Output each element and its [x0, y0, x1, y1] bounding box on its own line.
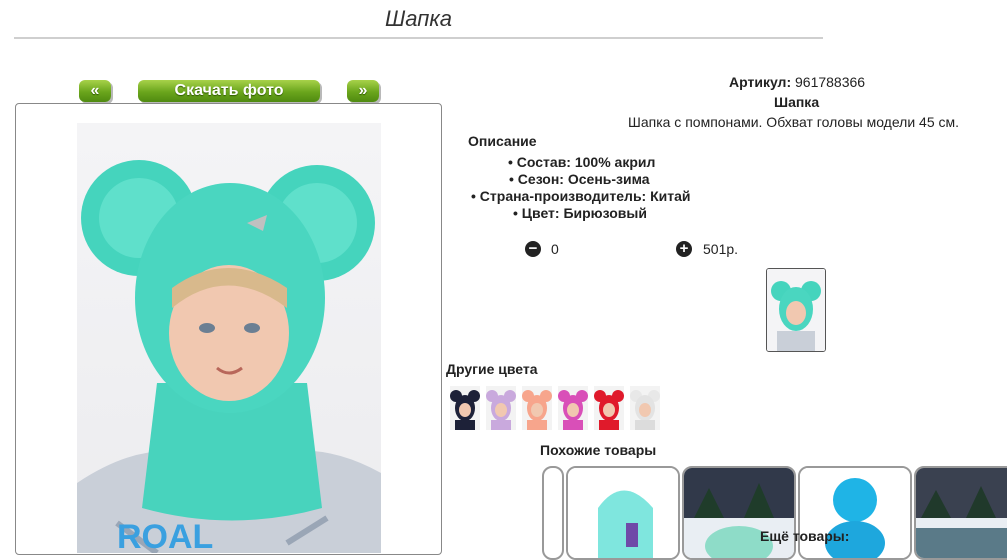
attribute-composition: Состав: 100% акрил [508, 154, 656, 170]
download-photo-button[interactable]: Скачать фото [138, 80, 320, 102]
similar-carousel-edge [542, 466, 564, 560]
svg-text:ROAL: ROAL [117, 518, 213, 553]
more-products-label: Ещё товары: [760, 528, 850, 544]
attribute-color: Цвет: Бирюзовый [513, 205, 647, 221]
quantity-value: 0 [551, 241, 559, 257]
main-product-photo[interactable]: ROAL [77, 123, 381, 553]
similar-product-card[interactable] [682, 466, 796, 560]
attribute-season: Сезон: Осень-зима [509, 171, 650, 187]
main-photo-frame: ROAL [15, 103, 442, 555]
other-colors-heading: Другие цвета [446, 361, 538, 377]
article-row: Артикул: 961788366 [729, 74, 865, 90]
article-value: 961788366 [795, 74, 866, 90]
thumbnail-illustration [767, 269, 825, 351]
increase-quantity-button[interactable]: + [676, 241, 692, 257]
product-name: Шапка [774, 94, 820, 110]
title-divider [14, 37, 823, 39]
article-label: Артикул: [729, 74, 792, 90]
prev-photo-button[interactable]: « [79, 80, 111, 102]
attribute-country: Страна-производитель: Китай [471, 188, 691, 204]
similar-product-card[interactable] [566, 466, 680, 560]
product-photo-illustration: ROAL [77, 160, 381, 553]
next-photo-button[interactable]: » [347, 80, 379, 102]
minus-circle-icon: − [528, 240, 538, 257]
similar-product-card[interactable] [798, 466, 912, 560]
decrease-quantity-button[interactable]: − [525, 241, 541, 257]
color-swatch-pink[interactable] [558, 386, 588, 430]
page-title: Шапка [385, 6, 452, 31]
description-heading: Описание [468, 133, 537, 149]
plus-circle-icon: + [679, 240, 689, 257]
product-summary: Шапка с помпонами. Обхват головы модели … [628, 114, 960, 130]
color-swatch-red[interactable] [594, 386, 624, 430]
color-swatch-white[interactable] [630, 386, 660, 430]
similar-product-card[interactable] [914, 466, 1007, 560]
product-thumbnail[interactable] [766, 268, 826, 352]
color-swatch-peach[interactable] [522, 386, 552, 430]
similar-products-heading: Похожие товары [540, 442, 657, 458]
color-swatch-navy[interactable] [450, 386, 480, 430]
color-swatch-lilac[interactable] [486, 386, 516, 430]
price-value: 501р. [703, 241, 739, 257]
color-swatches [450, 386, 665, 430]
